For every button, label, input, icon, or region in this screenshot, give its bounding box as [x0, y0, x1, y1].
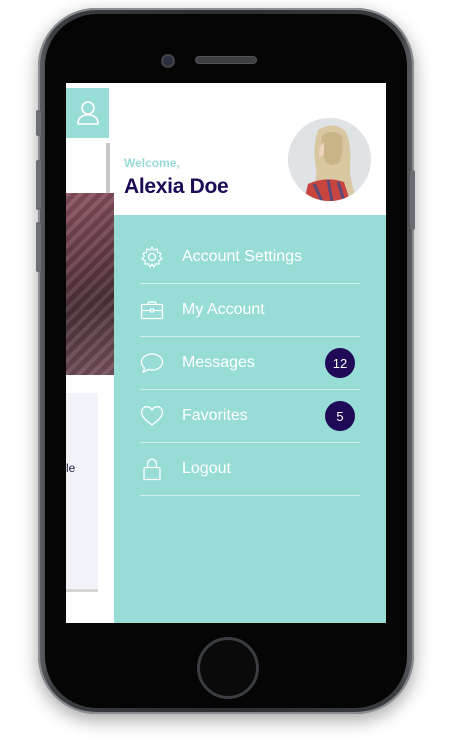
drawer-menu: Account Settings My Account Messages 12 — [114, 215, 386, 623]
volume-up-button — [36, 160, 41, 210]
background-scrollbar — [106, 143, 110, 195]
favorites-count-badge: 5 — [325, 401, 355, 431]
profile-toggle-button[interactable] — [66, 88, 109, 138]
user-name: Alexia Doe — [124, 175, 229, 198]
front-camera — [161, 54, 175, 68]
home-button[interactable] — [197, 637, 259, 699]
menu-item-favorites[interactable]: Favorites 5 — [140, 390, 360, 443]
avatar[interactable] — [288, 118, 371, 201]
menu-item-label: Logout — [182, 460, 231, 477]
earpiece-speaker — [195, 56, 257, 64]
drawer-header: Welcome, Alexia Doe — [114, 83, 386, 215]
background-hero-image — [66, 193, 114, 375]
avatar-image — [288, 118, 371, 201]
screen: le Welcome, Alexia Doe Account Settings … — [66, 83, 386, 623]
heart-icon — [140, 406, 164, 426]
power-button — [410, 170, 415, 230]
lock-icon — [143, 458, 161, 481]
menu-item-label: Account Settings — [182, 248, 303, 265]
background-card-text: le — [66, 461, 76, 475]
chat-bubble-icon — [140, 353, 164, 374]
menu-item-label: Messages — [182, 354, 255, 371]
volume-down-button — [36, 222, 41, 272]
gear-icon — [141, 246, 163, 268]
silent-switch — [36, 110, 41, 136]
briefcase-icon — [140, 301, 164, 320]
background-card — [66, 393, 98, 592]
menu-item-messages[interactable]: Messages 12 — [140, 337, 360, 390]
menu-item-label: My Account — [182, 301, 265, 318]
welcome-text: Welcome, — [124, 156, 180, 170]
side-drawer: Welcome, Alexia Doe Account Settings My … — [114, 83, 386, 623]
menu-item-my-account[interactable]: My Account — [140, 284, 360, 337]
menu-item-logout[interactable]: Logout — [140, 443, 360, 496]
user-icon — [76, 101, 99, 125]
menu-item-label: Favorites — [182, 407, 248, 424]
menu-item-account-settings[interactable]: Account Settings — [140, 231, 360, 284]
messages-count-badge: 12 — [325, 348, 355, 378]
